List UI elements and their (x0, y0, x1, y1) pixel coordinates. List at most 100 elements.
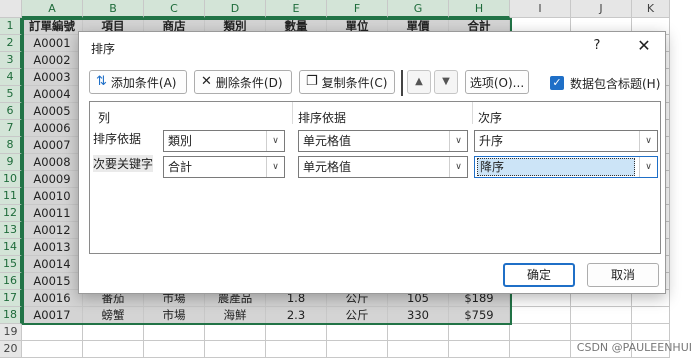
chevron-down-icon[interactable]: ∨ (266, 157, 284, 177)
options-button[interactable]: 选项(O)... (465, 70, 529, 94)
row-header-10[interactable]: 10 (0, 171, 22, 188)
id-cell[interactable]: A0002 (22, 52, 83, 69)
empty-cell[interactable] (22, 341, 83, 358)
delete-level-button[interactable]: ✕ 删除条件(D) (194, 70, 292, 94)
data-cell[interactable]: $759 (449, 307, 510, 324)
id-cell[interactable]: A0003 (22, 69, 83, 86)
empty-cell[interactable] (327, 324, 388, 341)
chevron-down-icon[interactable]: ∨ (449, 131, 467, 151)
empty-cell[interactable] (510, 341, 571, 358)
chevron-down-icon[interactable]: ∨ (639, 157, 657, 177)
empty-cell[interactable] (22, 324, 83, 341)
column-header-c[interactable]: C (144, 0, 205, 18)
empty-cell[interactable] (449, 341, 510, 358)
ok-button[interactable]: 确定 (503, 263, 575, 287)
id-cell[interactable]: A0010 (22, 188, 83, 205)
row-header-14[interactable]: 14 (0, 239, 22, 256)
data-cell[interactable]: 公斤 (327, 307, 388, 324)
chevron-down-icon[interactable]: ∨ (449, 157, 467, 177)
row-header-17[interactable]: 17 (0, 290, 22, 307)
empty-cell[interactable] (632, 307, 670, 324)
empty-cell[interactable] (571, 324, 632, 341)
row-header-5[interactable]: 5 (0, 86, 22, 103)
row-header-15[interactable]: 15 (0, 256, 22, 273)
row-header-1[interactable]: 1 (0, 18, 22, 35)
data-cell[interactable]: 330 (388, 307, 449, 324)
headers-checkbox-label[interactable]: 数据包含标题(H) (570, 75, 660, 92)
copy-level-button[interactable]: ❐ 复制条件(C) (299, 70, 395, 94)
row-header-16[interactable]: 16 (0, 273, 22, 290)
empty-cell[interactable] (632, 324, 670, 341)
empty-cell[interactable] (144, 341, 205, 358)
close-icon[interactable]: ✕ (633, 35, 655, 57)
column-select-secondary[interactable]: 合計 ∨ (163, 156, 285, 178)
data-cell[interactable]: 市場 (144, 307, 205, 324)
empty-cell[interactable] (388, 341, 449, 358)
order-select-secondary[interactable]: 降序 ∨ (474, 156, 658, 178)
column-header-k[interactable]: K (632, 0, 670, 18)
move-down-button[interactable]: ▼ (434, 70, 458, 94)
id-cell[interactable]: A0009 (22, 171, 83, 188)
column-header-h[interactable]: H (449, 0, 510, 18)
id-cell[interactable]: A0011 (22, 205, 83, 222)
id-cell[interactable]: A0005 (22, 103, 83, 120)
empty-cell[interactable] (266, 341, 327, 358)
empty-cell[interactable] (144, 324, 205, 341)
column-header-b[interactable]: B (83, 0, 144, 18)
help-icon[interactable]: ? (587, 36, 607, 56)
id-cell[interactable]: A0015 (22, 273, 83, 290)
column-header-i[interactable]: I (510, 0, 571, 18)
move-up-button[interactable]: ▲ (407, 70, 431, 94)
empty-cell[interactable] (510, 324, 571, 341)
row-header-19[interactable]: 19 (0, 324, 22, 341)
empty-cell[interactable] (205, 341, 266, 358)
empty-cell[interactable] (388, 324, 449, 341)
empty-cell[interactable] (449, 324, 510, 341)
row-header-3[interactable]: 3 (0, 52, 22, 69)
sort-on-select-primary[interactable]: 单元格值 ∨ (298, 130, 468, 152)
column-header-g[interactable]: G (388, 0, 449, 18)
cancel-button[interactable]: 取消 (587, 263, 659, 287)
data-cell[interactable]: 螃蟹 (83, 307, 144, 324)
row-header-2[interactable]: 2 (0, 35, 22, 52)
id-cell[interactable]: A0008 (22, 154, 83, 171)
data-cell[interactable]: 海鮮 (205, 307, 266, 324)
row-header-18[interactable]: 18 (0, 307, 22, 324)
id-cell[interactable]: A0014 (22, 256, 83, 273)
empty-cell[interactable] (83, 341, 144, 358)
empty-cell[interactable] (510, 307, 571, 324)
data-cell[interactable]: A0017 (22, 307, 83, 324)
order-select-primary[interactable]: 升序 ∨ (474, 130, 658, 152)
column-header-f[interactable]: F (327, 0, 388, 18)
row-header-7[interactable]: 7 (0, 120, 22, 137)
empty-cell[interactable] (83, 324, 144, 341)
column-header-j[interactable]: J (571, 0, 632, 18)
row-header-12[interactable]: 12 (0, 205, 22, 222)
column-header-d[interactable]: D (205, 0, 266, 18)
row-header-20[interactable]: 20 (0, 341, 22, 358)
empty-cell[interactable] (571, 307, 632, 324)
empty-cell[interactable] (205, 324, 266, 341)
row-header-8[interactable]: 8 (0, 137, 22, 154)
row-header-4[interactable]: 4 (0, 69, 22, 86)
data-cell[interactable]: 2.3 (266, 307, 327, 324)
column-header-a[interactable]: A (22, 0, 83, 18)
headers-checkbox[interactable]: ✓ (550, 76, 564, 90)
id-cell[interactable]: A0007 (22, 137, 83, 154)
empty-cell[interactable] (266, 324, 327, 341)
row-header-13[interactable]: 13 (0, 222, 22, 239)
data-cell[interactable]: A0016 (22, 290, 83, 307)
row-header-9[interactable]: 9 (0, 154, 22, 171)
id-cell[interactable]: A0013 (22, 239, 83, 256)
add-level-button[interactable]: ⇅ 添加条件(A) (89, 70, 187, 94)
column-header-e[interactable]: E (266, 0, 327, 18)
select-all-corner[interactable] (0, 0, 22, 18)
row-header-11[interactable]: 11 (0, 188, 22, 205)
empty-cell[interactable] (327, 341, 388, 358)
header-cell[interactable]: 訂單編號 (22, 18, 83, 35)
id-cell[interactable]: A0001 (22, 35, 83, 52)
row-header-6[interactable]: 6 (0, 103, 22, 120)
column-select-primary[interactable]: 類別 ∨ (163, 130, 285, 152)
chevron-down-icon[interactable]: ∨ (639, 131, 657, 151)
id-cell[interactable]: A0006 (22, 120, 83, 137)
